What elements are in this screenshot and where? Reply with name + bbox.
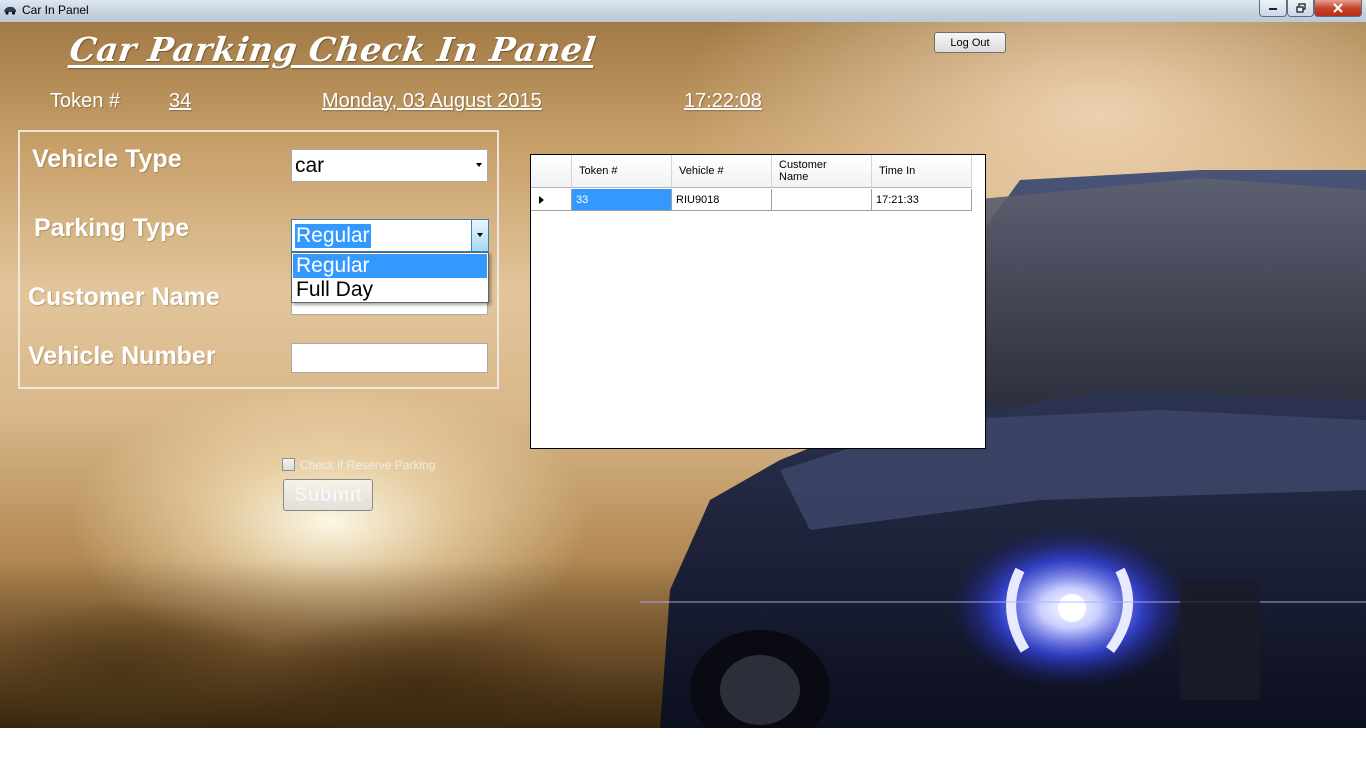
customer-name-label: Customer Name	[28, 283, 220, 311]
car-app-icon	[4, 7, 16, 15]
parking-type-label: Parking Type	[34, 214, 190, 242]
page-title: Car Parking Check In Panel	[67, 30, 599, 69]
column-header-token[interactable]: Token #	[572, 155, 672, 188]
logout-button[interactable]: Log Out	[934, 32, 1006, 53]
table-cell-token[interactable]: 33	[572, 189, 672, 211]
parking-type-options-list[interactable]: Regular Full Day	[291, 252, 489, 303]
parking-type-dropdown-button[interactable]	[471, 220, 488, 251]
close-icon	[1333, 3, 1343, 13]
current-row-pointer-icon	[539, 195, 544, 204]
vehicle-type-select[interactable]: car	[291, 149, 488, 182]
minimize-button[interactable]	[1259, 0, 1287, 17]
vehicle-type-value: car	[295, 154, 325, 177]
column-header-customer-name[interactable]: Customer Name	[772, 155, 872, 188]
chevron-down-icon[interactable]	[476, 163, 482, 167]
table-cell-time-in[interactable]: 17:21:33	[872, 189, 972, 211]
bottom-strip	[0, 728, 1366, 768]
restore-button[interactable]	[1287, 0, 1314, 17]
reserve-parking-checkbox[interactable]	[282, 458, 295, 471]
background-hills	[0, 560, 700, 728]
table-cell-vehicle[interactable]: RIU9018	[672, 189, 772, 211]
column-header-vehicle[interactable]: Vehicle #	[672, 155, 772, 188]
time-display: 17:22:08	[684, 90, 762, 112]
table-cell-customer-name[interactable]	[772, 189, 872, 211]
minimize-icon	[1269, 8, 1277, 10]
column-header-time-in[interactable]: Time In	[872, 155, 972, 188]
parking-type-value: Regular	[295, 224, 371, 248]
token-value: 34	[169, 90, 192, 112]
parking-records-grid[interactable]: Token # Vehicle # Customer Name Time In …	[530, 154, 986, 449]
app-window: Car In Panel Car Parking Check In Panel …	[0, 0, 1366, 768]
close-button[interactable]	[1314, 0, 1362, 17]
vehicle-type-label: Vehicle Type	[32, 145, 182, 173]
window-title: Car In Panel	[22, 3, 89, 17]
row-header[interactable]	[531, 189, 572, 211]
restore-icon	[1295, 3, 1306, 13]
date-display: Monday, 03 August 2015	[322, 90, 542, 112]
submit-button[interactable]: Submit	[283, 479, 373, 511]
token-label: Token #	[50, 90, 121, 112]
chevron-down-icon	[477, 233, 483, 237]
customer-name-input[interactable]	[291, 303, 488, 315]
parking-type-select[interactable]: Regular	[291, 219, 489, 252]
grid-corner-header[interactable]	[531, 155, 572, 188]
parking-type-option-full-day[interactable]: Full Day	[293, 278, 487, 302]
parking-type-option-regular[interactable]: Regular	[293, 254, 487, 278]
reserve-parking-label[interactable]: Check if Reserve Parking	[300, 458, 435, 472]
vehicle-number-input[interactable]	[291, 343, 488, 373]
vehicle-number-label: Vehicle Number	[28, 342, 216, 370]
title-bar[interactable]: Car In Panel	[0, 0, 1366, 23]
